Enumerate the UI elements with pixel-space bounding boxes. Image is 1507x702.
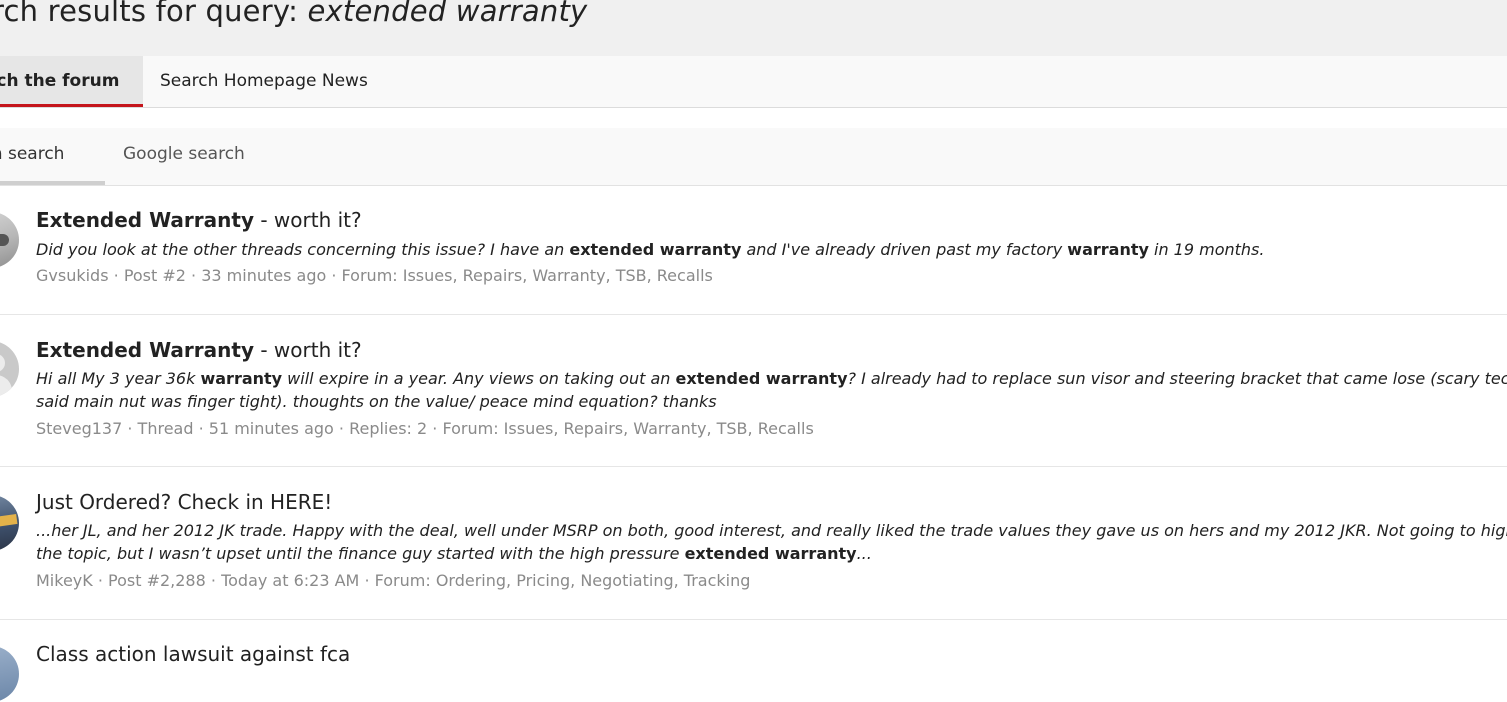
result-title-text: Class action lawsuit against fca xyxy=(36,642,350,666)
default-avatar-body xyxy=(0,375,12,397)
result-snippet: Did you look at the other threads concer… xyxy=(36,238,1507,261)
result-time: 33 minutes ago xyxy=(201,266,326,285)
snippet-highlight: extended warranty xyxy=(685,544,857,563)
result-title[interactable]: Extended Warranty - worth it? xyxy=(36,338,362,362)
snippet-highlight: warranty xyxy=(1067,240,1149,259)
meta-separator: · xyxy=(122,419,137,438)
snippet-text: ? I already had to replace sun visor and… xyxy=(848,369,1507,388)
meta-separator: · xyxy=(206,571,221,590)
meta-separator: · xyxy=(194,419,209,438)
result-time: 51 minutes ago xyxy=(209,419,334,438)
avatar-image xyxy=(0,234,9,246)
result-forum-link[interactable]: Issues, Repairs, Warranty, TSB, Recalls xyxy=(403,266,713,285)
result-author-link[interactable]: Steveg137 xyxy=(36,419,122,438)
result-title[interactable]: Class action lawsuit against fca xyxy=(36,642,350,666)
page-header: rch results for query: extended warranty xyxy=(0,0,1507,56)
search-result: Class action lawsuit against fca xyxy=(0,620,1507,661)
search-result: Extended Warranty - worth it? Hi all My … xyxy=(0,315,1507,467)
result-author-link[interactable]: MikeyK xyxy=(36,571,93,590)
snippet-text: will expire in a year. Any views on taki… xyxy=(282,369,675,388)
snippet-highlight: extended warranty xyxy=(675,369,847,388)
result-post-type: Post #2 xyxy=(124,266,186,285)
result-meta: Steveg137 · Thread · 51 minutes ago · Re… xyxy=(36,419,814,438)
page-title-prefix: rch results for query: xyxy=(0,0,308,28)
result-title-match: Extended Warranty xyxy=(36,338,254,362)
avatar[interactable] xyxy=(0,212,19,268)
search-engine-tabs: m search Google search xyxy=(0,128,1507,186)
result-meta: Gvsukids · Post #2 · 33 minutes ago · Fo… xyxy=(36,266,713,285)
result-title-rest: - worth it? xyxy=(254,208,362,232)
snippet-highlight: warranty xyxy=(200,369,282,388)
avatar[interactable] xyxy=(0,646,19,702)
snippet-text: ... xyxy=(857,544,872,563)
tab-google-search[interactable]: Google search xyxy=(123,128,245,185)
result-snippet: ...her JL, and her 2012 JK trade. Happy … xyxy=(36,519,1507,565)
meta-separator: · xyxy=(326,266,341,285)
avatar[interactable] xyxy=(0,341,19,397)
result-title[interactable]: Just Ordered? Check in HERE! xyxy=(36,490,332,514)
result-title[interactable]: Extended Warranty - worth it? xyxy=(36,208,362,232)
avatar-image xyxy=(0,514,17,530)
snippet-text: and I've already driven past my factory xyxy=(741,240,1067,259)
search-scope-tabs: rch the forum Search Homepage News xyxy=(0,56,1507,108)
result-title-text: Just Ordered? Check in HERE! xyxy=(36,490,332,514)
result-title-rest: - worth it? xyxy=(254,338,362,362)
result-forum-link[interactable]: Ordering, Pricing, Negotiating, Tracking xyxy=(436,571,751,590)
result-forum-label: Forum: xyxy=(442,419,503,438)
meta-separator: · xyxy=(334,419,349,438)
snippet-text: in 19 months. xyxy=(1149,240,1265,259)
meta-separator: · xyxy=(93,571,108,590)
tab-forum-search[interactable]: m search xyxy=(0,128,105,185)
result-forum-label: Forum: xyxy=(342,266,403,285)
avatar[interactable] xyxy=(0,495,19,551)
search-query: extended warranty xyxy=(308,0,588,28)
meta-separator: · xyxy=(359,571,374,590)
page-title: rch results for query: extended warranty xyxy=(0,0,587,28)
result-author-link[interactable]: Gvsukids xyxy=(36,266,109,285)
tab-search-forum[interactable]: rch the forum xyxy=(0,56,143,107)
search-result: Just Ordered? Check in HERE! ...her JL, … xyxy=(0,467,1507,620)
meta-separator: · xyxy=(427,419,442,438)
meta-separator: · xyxy=(186,266,201,285)
snippet-text: Did you look at the other threads concer… xyxy=(36,240,569,259)
result-post-type: Thread xyxy=(138,419,194,438)
meta-separator: · xyxy=(109,266,124,285)
snippet-highlight: extended warranty xyxy=(569,240,741,259)
snippet-text: the topic, but I wasn’t upset until the … xyxy=(36,544,685,563)
snippet-text: ...her JL, and her 2012 JK trade. Happy … xyxy=(36,521,1507,540)
snippet-text: Hi all My 3 year 36k xyxy=(36,369,200,388)
result-replies: Replies: 2 xyxy=(349,419,427,438)
result-forum-label: Forum: xyxy=(375,571,436,590)
search-result: Extended Warranty - worth it? Did you lo… xyxy=(0,186,1507,315)
result-title-match: Extended Warranty xyxy=(36,208,254,232)
result-meta: MikeyK · Post #2,288 · Today at 6:23 AM … xyxy=(36,571,750,590)
result-forum-link[interactable]: Issues, Repairs, Warranty, TSB, Recalls xyxy=(504,419,814,438)
default-avatar-head xyxy=(0,354,5,372)
snippet-text: said main nut was finger tight). thought… xyxy=(36,392,717,411)
result-time: Today at 6:23 AM xyxy=(221,571,359,590)
result-post-type: Post #2,288 xyxy=(108,571,206,590)
result-snippet: Hi all My 3 year 36k warranty will expir… xyxy=(36,367,1507,413)
tab-search-homepage-news[interactable]: Search Homepage News xyxy=(160,56,368,107)
